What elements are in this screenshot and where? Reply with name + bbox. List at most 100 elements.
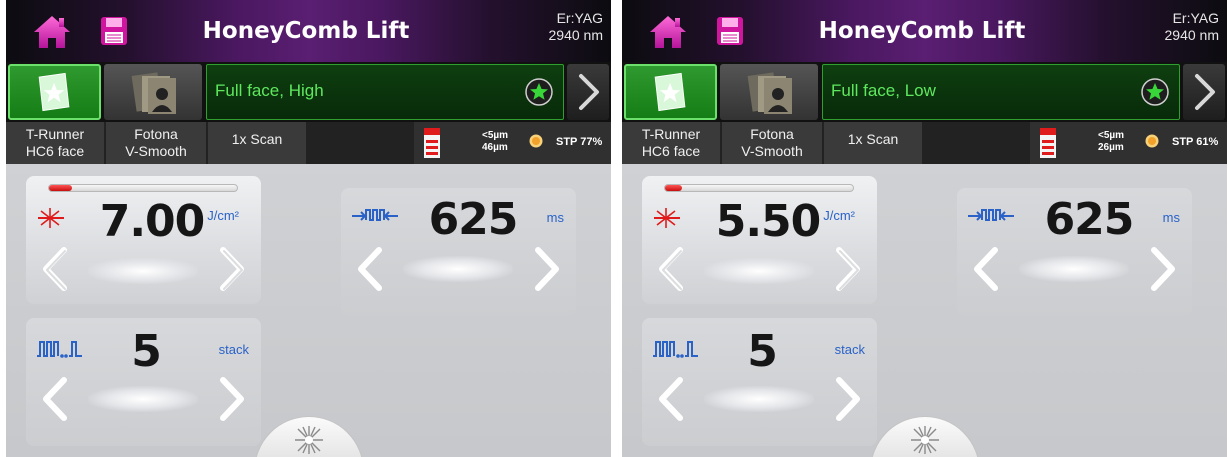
stack-decrease-button[interactable] (652, 374, 692, 424)
handpiece-name: T-Runner (641, 126, 701, 142)
laser-fire-button[interactable] (254, 416, 364, 457)
stack-value: 5 (131, 326, 162, 377)
laser-type-label: Er:YAG (1172, 10, 1219, 26)
pulse-duration-value: 625 (1044, 194, 1135, 245)
home-icon[interactable] (648, 14, 688, 50)
stack-increase-button[interactable] (211, 374, 251, 424)
ablation-depth-min: <5µm (482, 130, 509, 141)
stack-control: 5 stack (642, 318, 877, 446)
pulse-duration-increase-button[interactable] (1142, 244, 1182, 294)
stack-dial[interactable] (88, 386, 198, 412)
ablation-depth: <5µm 26µm (1098, 130, 1124, 154)
pulse-duration-decrease-button[interactable] (967, 244, 1007, 294)
stack-control: 5 stack (26, 318, 261, 446)
user-programs-tab[interactable] (720, 64, 818, 120)
handpiece-selector[interactable]: T-Runner HC6 face (622, 122, 720, 164)
favorites-tab[interactable] (624, 64, 717, 120)
next-program-button[interactable] (1183, 64, 1225, 120)
user-programs-tab[interactable] (104, 64, 202, 120)
chevron-right-icon (1195, 74, 1215, 110)
star-icon[interactable] (1141, 78, 1169, 106)
laser-screen-high: HoneyComb Lift Er:YAG 2940 nm Full face,… (6, 0, 611, 457)
fluence-value: 7.00 (99, 196, 206, 247)
star-icon[interactable] (525, 78, 553, 106)
pulse-duration-icon (968, 209, 1014, 221)
handpiece-name: T-Runner (25, 126, 85, 142)
fluence-decrease-button[interactable] (36, 244, 76, 294)
laser-screen-low: HoneyComb Lift Er:YAG 2940 nm Full face,… (622, 0, 1227, 457)
pulse-duration-control: 625 ms (957, 188, 1192, 316)
scan-selector[interactable]: 1x Scan (208, 122, 306, 164)
ablation-depth-value: 46µm (482, 142, 508, 153)
mode-name: V-Smooth (741, 143, 803, 159)
fluence-level-bar (664, 184, 854, 192)
save-disk-icon[interactable] (100, 16, 128, 46)
fluence-increase-button[interactable] (211, 244, 251, 294)
star-folder-icon (38, 72, 70, 112)
user-folder-icon (747, 72, 792, 114)
settings-info-row: T-Runner HC6 face Fotona V-Smooth 1x Sca… (622, 122, 1227, 164)
ablation-depth: <5µm 46µm (482, 130, 508, 154)
star-folder-icon (654, 72, 686, 112)
fluence-level-fill (665, 185, 682, 191)
mode-brand: Fotona (750, 126, 794, 142)
fluence-dial[interactable] (88, 258, 198, 284)
treatment-status: <5µm 46µm STP 77% (414, 122, 611, 164)
fluence-level-fill (49, 185, 72, 191)
stp-percentage: STP 61% (1172, 136, 1219, 148)
settings-info-row: T-Runner HC6 face Fotona V-Smooth 1x Sca… (6, 122, 611, 164)
favorites-tab[interactable] (8, 64, 101, 120)
stp-indicator-icon (529, 134, 543, 148)
handpiece-variant: HC6 face (641, 143, 701, 159)
laser-type-label: Er:YAG (556, 10, 603, 26)
handpiece-selector[interactable]: T-Runner HC6 face (6, 122, 104, 164)
pulse-duration-unit: ms (546, 210, 564, 225)
pulse-duration-dial[interactable] (403, 256, 513, 282)
mode-selector[interactable]: Fotona V-Smooth (722, 122, 822, 164)
save-disk-icon[interactable] (716, 16, 744, 46)
pulse-duration-unit: ms (1162, 210, 1180, 225)
pulse-duration-decrease-button[interactable] (351, 244, 391, 294)
depth-gauge-icon (1040, 128, 1056, 158)
handpiece-variant: HC6 face (25, 143, 85, 159)
treatment-status: <5µm 26µm STP 61% (1030, 122, 1227, 164)
mode-selector[interactable]: Fotona V-Smooth (106, 122, 206, 164)
program-row: Full face, High (6, 62, 611, 122)
fluence-control: 7.00 J/cm² (26, 176, 261, 304)
program-name-field[interactable]: Full face, High (206, 64, 564, 120)
program-name: Full face, High (215, 81, 324, 100)
wavelength-label: 2940 nm (548, 27, 603, 43)
fluence-level-bar (48, 184, 238, 192)
chevron-right-icon (579, 74, 599, 110)
laser-burst-icon (295, 426, 323, 454)
stack-decrease-button[interactable] (36, 374, 76, 424)
fluence-increase-button[interactable] (827, 244, 867, 294)
stack-dial[interactable] (704, 386, 814, 412)
laser-source: Er:YAG 2940 nm (1165, 10, 1219, 44)
fluence-value: 5.50 (715, 196, 822, 247)
next-program-button[interactable] (567, 64, 609, 120)
ablation-depth-value: 26µm (1098, 142, 1124, 153)
header-bar: HoneyComb Lift Er:YAG 2940 nm (6, 0, 611, 62)
laser-burst-icon (654, 208, 680, 228)
home-icon[interactable] (32, 14, 72, 50)
stack-increase-button[interactable] (827, 374, 867, 424)
laser-burst-icon (911, 426, 939, 454)
pulse-duration-increase-button[interactable] (526, 244, 566, 294)
pulse-duration-dial[interactable] (1019, 256, 1129, 282)
screen-title: HoneyComb Lift (202, 18, 410, 44)
fluence-dial[interactable] (704, 258, 814, 284)
stp-percentage: STP 77% (556, 136, 603, 148)
fluence-unit: J/cm² (207, 208, 239, 223)
program-name: Full face, Low (831, 81, 936, 100)
mode-brand: Fotona (134, 126, 178, 142)
laser-fire-button[interactable] (870, 416, 980, 457)
fluence-decrease-button[interactable] (652, 244, 692, 294)
screen-title: HoneyComb Lift (818, 18, 1026, 44)
mode-name: V-Smooth (125, 143, 187, 159)
pulse-duration-value: 625 (428, 194, 519, 245)
program-name-field[interactable]: Full face, Low (822, 64, 1180, 120)
header-bar: HoneyComb Lift Er:YAG 2940 nm (622, 0, 1227, 62)
stack-unit: stack (218, 342, 249, 357)
scan-selector[interactable]: 1x Scan (824, 122, 922, 164)
